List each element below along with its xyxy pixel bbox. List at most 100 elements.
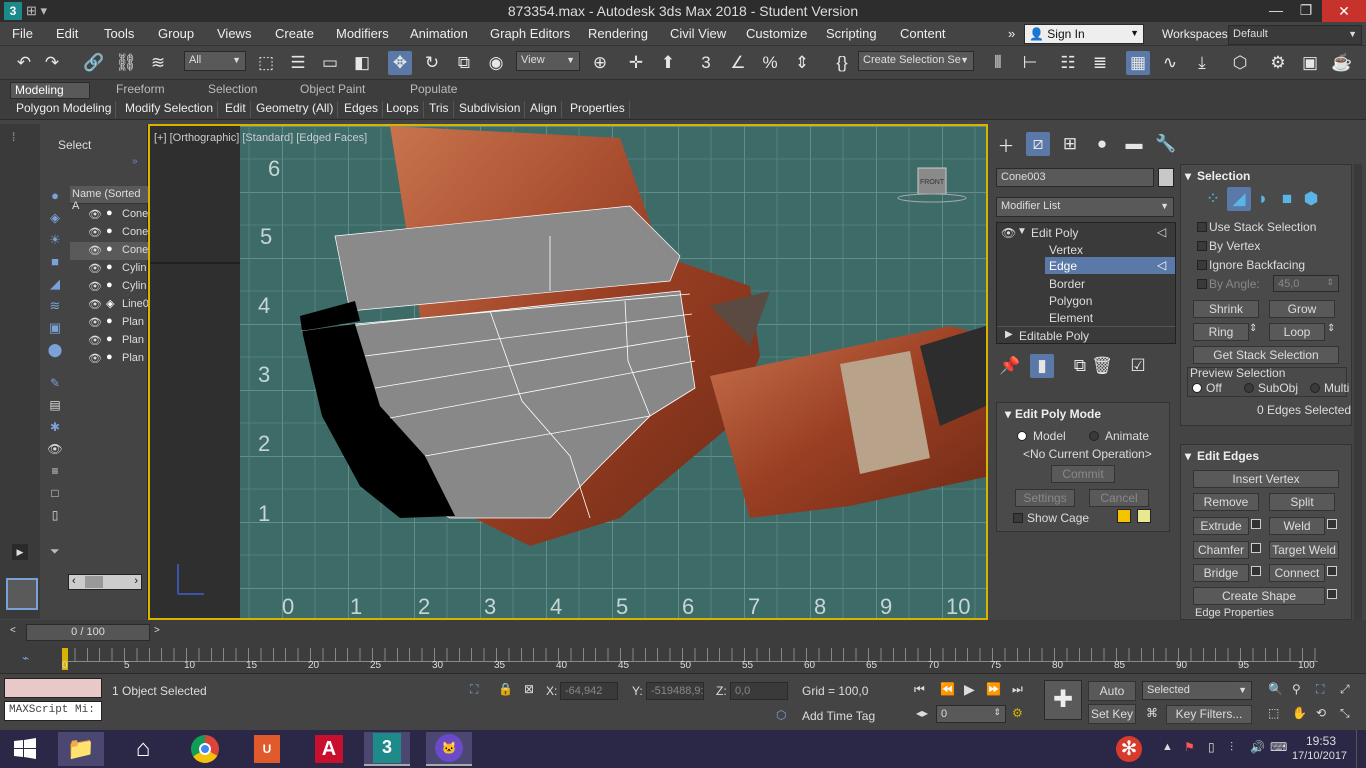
start-button[interactable] [2,732,48,766]
list-item[interactable]: 👁 ● Plan [70,350,148,368]
stack-border[interactable]: Border [1049,277,1085,291]
select-and-scale-icon[interactable]: ⧉ [452,51,476,75]
filter-xrefs-icon[interactable]: ⬤ [44,342,66,364]
render-production-icon[interactable]: ☕ [1330,51,1354,75]
menu-views[interactable]: Views [217,26,251,41]
mini-curve-editor-icon[interactable]: ⌁ [22,651,29,665]
stack-edge-selected[interactable]: Edge ◁ [1045,257,1175,274]
set-key-button[interactable]: Set Key [1088,704,1136,724]
remove-button[interactable]: Remove [1193,493,1259,511]
by-vertex-checkbox[interactable] [1197,241,1207,251]
subtab-edit[interactable]: Edit [221,101,251,118]
app-cat-icon[interactable]: 🐱 [426,732,472,766]
preview-multi-radio[interactable] [1310,383,1320,393]
list-item[interactable]: 👁 ◈ Line0 [70,296,149,314]
menu-create[interactable]: Create [275,26,314,41]
scene-explorer-toggle-icon[interactable]: ☷ [1056,51,1080,75]
3ds-max-taskbar-icon[interactable]: 3 [364,732,410,766]
filter-bone-icon[interactable]: ✎ [44,376,66,398]
grow-button[interactable]: Grow [1269,300,1335,318]
chamfer-button[interactable]: Chamfer [1193,541,1249,559]
bridge-button[interactable]: Bridge [1193,564,1249,582]
subtab-loops[interactable]: Loops [382,101,424,118]
place-icon[interactable]: ◉ [484,51,508,75]
time-configuration-icon[interactable]: ⚙ [1012,706,1023,720]
command-panel-scrollbar[interactable] [1354,164,1362,620]
viewport-label[interactable]: [+] [Orthographic] [Standard] [Edged Fac… [154,132,367,144]
auto-key-button[interactable]: Auto Key [1088,681,1136,716]
absolute-mode-icon[interactable]: ⊠ [524,682,534,696]
shrink-button[interactable]: Shrink [1193,300,1259,318]
field-of-view-icon[interactable]: ⬚ [1268,706,1279,720]
weld-settings-icon[interactable] [1327,519,1337,529]
subtab-geometry-all[interactable]: Geometry (All) [252,101,339,118]
isolate-selection-icon[interactable]: ⛶ [470,682,478,697]
subtab-properties[interactable]: Properties [566,101,630,118]
filter-page-icon[interactable]: ▯ [44,508,66,530]
filter-lights-icon[interactable]: ☀ [44,232,66,254]
viewport-layout-icon[interactable] [6,578,38,610]
restore-button[interactable]: ❐ [1292,2,1320,19]
menu-tools[interactable]: Tools [104,26,134,41]
menu-customize[interactable]: Customize [746,26,807,41]
tray-overflow-icon[interactable]: ▲ [1162,741,1173,753]
list-item[interactable]: 👁 ● Plan [70,314,148,332]
set-keys-icon[interactable]: ✚ [1044,680,1082,720]
subtab-modify-selection[interactable]: Modify Selection [121,101,219,118]
maxscript-mini-listener[interactable]: MAXScript Mi: [4,701,102,721]
rectangular-selection-icon[interactable]: ▭ [318,51,342,75]
time-slider[interactable]: 0 / 100 [26,624,150,641]
tab-object-paint[interactable]: Object Paint [296,82,369,99]
zoom-all-icon[interactable]: ⚲ [1292,682,1301,696]
border-mode-icon[interactable]: ◗ [1251,187,1275,211]
menu-file[interactable]: File [12,26,33,41]
list-item-selected[interactable]: 👁 ● Cone [70,242,148,260]
angle-snap-icon[interactable]: ∠ [726,51,750,75]
ring-spinner-icon[interactable]: ⇕ [1249,323,1257,334]
configure-sets-icon[interactable]: ☑ [1126,354,1150,378]
object-name-field[interactable]: Cone003 [996,168,1154,187]
motion-tab-icon[interactable]: ● [1090,132,1114,156]
cancel-button[interactable]: Cancel [1089,489,1149,507]
go-to-start-icon[interactable]: ⏮ [914,682,925,697]
home-icon[interactable]: ⌂ [120,732,166,766]
link-icon[interactable]: 🔗 [82,51,106,75]
layer-explorer-icon[interactable]: ≣ [1088,51,1112,75]
window-crossing-icon[interactable]: ◧ [350,51,374,75]
make-unique-icon[interactable]: ⧉ [1068,354,1092,378]
rollout-minus-icon[interactable]: ▾ [1185,169,1191,183]
sign-in-dropdown[interactable]: 👤 Sign In ▼ [1024,24,1144,44]
polygon-mode-icon[interactable]: ■ [1275,187,1299,211]
viewport-point-of-view[interactable]: [Orthographic] [170,132,240,144]
reference-coordinate-dropdown[interactable]: View ▼ [516,51,580,71]
ring-button[interactable]: Ring [1193,323,1249,341]
filter-list-icon[interactable]: ≡ [44,464,66,486]
material-editor-icon[interactable]: ⬡ [1228,51,1252,75]
select-object-icon[interactable]: ⬚ [254,51,278,75]
filter-spacewarps-icon[interactable]: ≋ [44,298,66,320]
commit-button[interactable]: Commit [1051,465,1115,483]
menu-modifiers[interactable]: Modifiers [336,26,389,41]
menu-civil-view[interactable]: Civil View [670,26,726,41]
filter-particles-icon[interactable]: ✱ [44,420,66,442]
expand-arrow-icon[interactable]: ▶ [1005,329,1013,340]
menu-graph-editors[interactable]: Graph Editors [490,26,570,41]
next-frame-icon[interactable]: ⏩ [986,682,1001,696]
loop-button[interactable]: Loop [1269,323,1325,341]
curve-editor-icon[interactable]: ∿ [1158,51,1182,75]
previous-frame-icon[interactable]: ⏪ [940,682,955,696]
collapse-arrow-icon[interactable]: ▼ [1017,226,1027,237]
orbit-icon[interactable]: ⟲ [1316,706,1326,720]
cage-selected-color-swatch[interactable] [1137,509,1151,523]
viewport-menu-plus[interactable]: [+] [154,132,167,144]
filter-helpers-icon[interactable]: ◢ [44,276,66,298]
select-and-move-icon[interactable]: ✥ [388,51,412,75]
weld-button[interactable]: Weld [1269,517,1325,535]
split-button[interactable]: Split [1269,493,1335,511]
selection-title[interactable]: Selection [1197,169,1250,183]
key-selection-set-dropdown[interactable]: Selected ▼ [1142,681,1252,700]
horizontal-scrollbar[interactable]: ‹ › [68,574,142,590]
filter-shapes-icon[interactable]: ◈ [44,210,66,232]
filter-display-icon[interactable]: ▤ [44,398,66,420]
edge-mode-icon[interactable]: ◢ [1227,187,1251,211]
